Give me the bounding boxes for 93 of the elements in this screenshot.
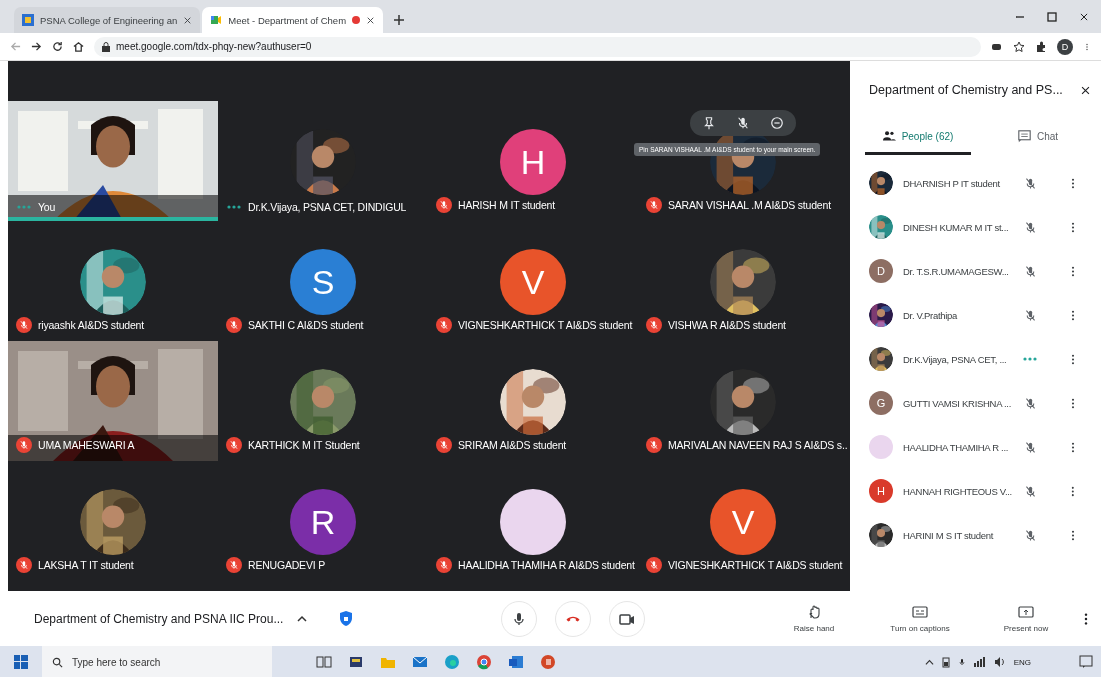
lock-icon	[102, 41, 110, 52]
participant-name: VIGNESHKARTHICK T AI&DS student	[668, 559, 843, 571]
present-screen-icon	[1018, 604, 1034, 620]
maximize-icon[interactable]	[1047, 11, 1057, 22]
participant-row[interactable]: Dr.K.Vijaya, PSNA CET, ...	[855, 337, 1101, 381]
participant-name: LAKSHA T IT student	[38, 559, 134, 571]
meeting-title: Department of Chemistry and PSNA IIC Prou...	[34, 611, 284, 626]
chevron-up-icon[interactable]	[924, 657, 934, 667]
participant-name: HAALIDHA THAMIHA R AI&DS student	[458, 559, 635, 571]
avatar: S	[290, 249, 356, 315]
search-field[interactable]: Type here to search	[42, 646, 272, 677]
url-text: meet.google.com/tdx-phqy-new?authuser=0	[116, 41, 312, 52]
speaker-icon[interactable]	[993, 657, 1006, 667]
microphone-icon[interactable]	[957, 656, 966, 668]
participant-name: You	[38, 201, 56, 213]
participant-name: KARTHICK M IT Student	[248, 439, 360, 451]
pin-icon[interactable]	[702, 116, 716, 130]
participant-name: RENUGADEVI P	[248, 559, 325, 571]
search-icon	[52, 657, 63, 668]
tab-title: Meet - Department of Chem	[228, 14, 347, 26]
avatar: V	[500, 249, 566, 315]
microphone-button[interactable]	[501, 600, 538, 637]
close-icon[interactable]	[1079, 11, 1089, 22]
people-icon	[882, 130, 896, 143]
new-tab-icon[interactable]	[393, 14, 406, 26]
close-icon[interactable]	[366, 15, 376, 25]
participant-name: HAALIDHA THAMIHA R ...	[903, 441, 1010, 453]
avatar: V	[710, 489, 776, 555]
camera-button[interactable]	[609, 600, 646, 637]
panel-tab[interactable]: People (62)	[865, 121, 971, 155]
avatar: R	[290, 489, 356, 555]
home-icon[interactable]	[73, 41, 84, 52]
participant-row[interactable]: G GUTTI VAMSI KRISHNA ...	[855, 381, 1101, 425]
participant-name: DINESH KUMAR M IT st...	[903, 221, 1010, 233]
participant-name: Dr.K.Vijaya, PSNA CET, ...	[903, 353, 1008, 365]
participant-name: DHARNISH P IT student	[903, 177, 1001, 189]
captions-icon	[912, 604, 928, 620]
present-button[interactable]: Present now	[973, 604, 1079, 633]
shield-icon[interactable]	[339, 610, 354, 627]
participant-name: Dr. T.S.R.UMAMAGESW...	[903, 265, 1010, 277]
participant-row[interactable]: DINESH KUMAR M IT st...	[855, 205, 1101, 249]
participant-name: SAKTHI C AI&DS student	[248, 319, 364, 331]
panel-title: Department of Chemistry and PS...	[869, 83, 1063, 97]
notification-icon[interactable]	[1079, 655, 1093, 669]
participant-name: GUTTI VAMSI KRISHNA ...	[903, 397, 1011, 409]
captions-button[interactable]: Turn on captions	[867, 604, 973, 633]
participant-name: riyaashk AI&DS student	[38, 319, 144, 331]
avatar: G	[869, 391, 893, 415]
participant-name: HARINI M S IT student	[903, 529, 995, 541]
forward-icon[interactable]	[31, 41, 42, 52]
tab-title: PSNA College of Engineering an	[40, 14, 178, 26]
participant-name: VIGNESHKARTHICK T AI&DS student	[458, 319, 633, 331]
hand-button[interactable]: Raise hand	[761, 604, 867, 633]
participant-row[interactable]: DHARNISH P IT student	[855, 161, 1101, 205]
panel-tab[interactable]: Chat	[985, 121, 1091, 155]
address-bar[interactable]: meet.google.com/tdx-phqy-new?authuser=0	[94, 36, 981, 57]
participant-name: Dr. V.Prathipa	[903, 309, 959, 321]
reload-icon[interactable]	[52, 41, 63, 52]
battery-icon[interactable]	[941, 656, 950, 668]
school-favicon-icon	[22, 14, 34, 26]
participant-name: Dr.K.Vijaya, PSNA CET, DINDIGUL	[248, 201, 407, 213]
participant-row[interactable]: H HANNAH RIGHTEOUS V...	[855, 469, 1101, 513]
task-view-icon[interactable]	[316, 654, 332, 670]
participant-name: SARAN VISHAAL .M AI&DS student	[668, 199, 831, 211]
video-camera-favicon-icon	[210, 14, 223, 26]
participant-row[interactable]: D Dr. T.S.R.UMAMAGESW...	[855, 249, 1101, 293]
avatar: H	[500, 129, 566, 195]
participant-name: UMA MAHESWARI A	[38, 439, 135, 451]
phone-icon	[565, 615, 582, 622]
avatar: D	[869, 259, 893, 283]
star-icon[interactable]	[1013, 40, 1025, 53]
participant-name: SRIRAM AI&DS student	[458, 439, 567, 451]
browser-tab[interactable]: PSNA College of Engineering an	[14, 7, 201, 33]
chevron-up-icon[interactable]	[297, 613, 308, 624]
language-indicator[interactable]: ENG	[1013, 657, 1031, 667]
profile-avatar[interactable]: D	[1057, 38, 1073, 55]
cast-icon[interactable]	[991, 41, 1003, 52]
participant-name: VISHWA R AI&DS student	[668, 319, 786, 331]
network-icon[interactable]	[973, 657, 986, 667]
participant-name: HARISH M IT student	[458, 199, 555, 211]
participant-row[interactable]: Dr. V.Prathipa	[855, 293, 1101, 337]
remove-icon[interactable]	[770, 116, 784, 130]
puzzle-icon[interactable]	[1035, 40, 1047, 53]
participant-row[interactable]: HARINI M S IT student	[855, 513, 1101, 557]
chat-icon	[1017, 130, 1031, 143]
close-icon[interactable]	[1080, 84, 1091, 96]
participant-row[interactable]: HAALIDHA THAMIHA R ...	[855, 425, 1101, 469]
mic-off-icon[interactable]	[736, 116, 750, 130]
mail-icon[interactable]	[412, 654, 428, 670]
participant-name: HANNAH RIGHTEOUS V...	[903, 485, 1012, 497]
browser-tab[interactable]: Meet - Department of Chem	[202, 7, 384, 33]
windows-start-icon[interactable]	[14, 655, 28, 669]
avatar: H	[869, 479, 893, 503]
